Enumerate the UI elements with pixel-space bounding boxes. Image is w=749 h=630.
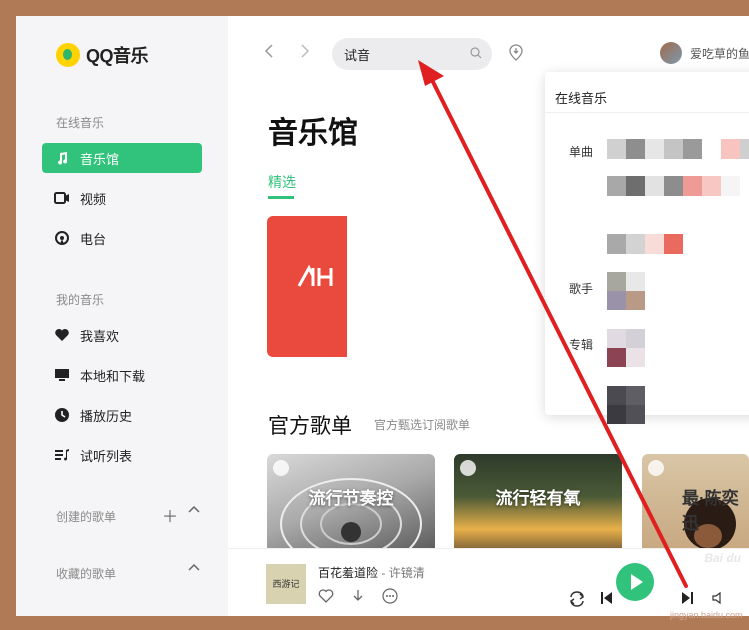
back-icon[interactable] (264, 44, 274, 63)
playlist-card[interactable]: 流行节奏控 (267, 454, 435, 548)
divider (545, 112, 749, 113)
album-suggestion[interactable] (607, 329, 645, 367)
chevron-up-icon[interactable] (188, 561, 200, 579)
play-button[interactable] (616, 563, 654, 601)
add-playlist-icon[interactable]: ＋ (162, 503, 178, 527)
next-icon[interactable] (680, 591, 694, 605)
sidebar-item-label: 播放历史 (80, 408, 133, 424)
tab-featured[interactable]: 精选 (268, 172, 296, 192)
singer-suggestion[interactable] (607, 272, 645, 310)
sidebar-item-music-hall[interactable]: 音乐馆 (42, 143, 202, 173)
app-name: QQ音乐 (86, 46, 149, 66)
sidebar-item-label: 音乐馆 (80, 151, 120, 167)
group-label-created-playlists: 创建的歌单 (56, 510, 117, 524)
sidebar-item-radio[interactable]: 电台 (42, 223, 202, 253)
like-icon[interactable] (318, 589, 334, 603)
avatar (660, 42, 682, 64)
main-content: 爱吃草的鱼 音乐馆 精选 官方歌单 官方甄选订阅歌单 流行节奏控 流行轻有氧 最… (228, 16, 749, 548)
video-icon (54, 190, 70, 206)
tab-active-indicator (268, 196, 294, 199)
chevron-up-icon[interactable] (188, 503, 200, 521)
sidebar-item-video[interactable]: 视频 (42, 183, 202, 213)
banner-logo-icon (297, 264, 337, 296)
song-separator: - (378, 566, 389, 580)
music-note-icon (54, 150, 70, 166)
radio-icon (54, 230, 70, 246)
song-suggestion[interactable] (607, 176, 740, 196)
playlist-card-title: 流行节奏控 (308, 489, 394, 508)
song-suggestion[interactable] (607, 139, 749, 159)
featured-banner[interactable] (267, 216, 347, 357)
username: 爱吃草的鱼 (690, 46, 749, 61)
forward-icon[interactable] (300, 44, 310, 63)
volume-icon[interactable] (712, 591, 726, 605)
app-window: QQ音乐 在线音乐 音乐馆 视频 电台 我的音乐 我喜欢 本地和下载 播放历史 … (16, 16, 749, 616)
playlist-card-title: 最·陈奕迅 (682, 489, 739, 533)
group-label-online: 在线音乐 (56, 116, 105, 130)
more-icon[interactable] (382, 588, 398, 604)
clock-icon (54, 407, 70, 423)
sidebar-item-local-downloads[interactable]: 本地和下载 (42, 360, 202, 390)
album-suggestion[interactable] (607, 386, 645, 424)
song-title[interactable]: 百花羞道险 (318, 566, 378, 580)
repeat-icon[interactable] (568, 591, 586, 607)
playlist-card-title: 流行轻有氧 (495, 489, 581, 508)
page-title: 音乐馆 (268, 117, 358, 150)
heart-icon (54, 327, 70, 343)
sidebar-item-label: 视频 (80, 191, 107, 207)
sidebar: QQ音乐 在线音乐 音乐馆 视频 电台 我的音乐 我喜欢 本地和下载 播放历史 … (16, 16, 228, 616)
suggestions-label-songs: 单曲 (569, 145, 594, 159)
search-icon[interactable] (470, 47, 482, 59)
sidebar-item-label: 试听列表 (80, 448, 133, 464)
cover-text: 西游记 (272, 578, 300, 589)
group-label-saved-playlists: 收藏的歌单 (56, 567, 117, 581)
previous-icon[interactable] (600, 591, 614, 605)
suggestions-label-albums: 专辑 (569, 338, 594, 352)
watermark-url: jingyan.baidu.com (670, 610, 743, 620)
playlist-card[interactable]: 最·陈奕迅 (642, 454, 749, 548)
suggestions-header: 在线音乐 (555, 91, 608, 106)
app-logo[interactable]: QQ音乐 (56, 42, 149, 68)
album-cover[interactable]: 西游记 (266, 564, 306, 604)
player-bar: 西游记 百花羞道险 - 许镜清 Bai du (228, 548, 749, 616)
song-artist[interactable]: 许镜清 (389, 566, 425, 580)
sidebar-item-label: 本地和下载 (80, 368, 146, 384)
sidebar-item-trial-list[interactable]: 试听列表 (42, 440, 202, 470)
sidebar-item-favorites[interactable]: 我喜欢 (42, 320, 202, 350)
suggestions-label-singers: 歌手 (569, 282, 594, 296)
song-suggestion[interactable] (607, 234, 683, 254)
search-input[interactable] (344, 46, 454, 62)
baidu-watermark: Bai du (704, 551, 741, 565)
user-profile[interactable]: 爱吃草的鱼 (660, 42, 749, 64)
section-title: 官方歌单 (268, 415, 352, 438)
monitor-icon (54, 367, 70, 383)
qq-music-logo-icon (56, 43, 80, 67)
sidebar-item-label: 电台 (80, 231, 107, 247)
playlist-icon (54, 447, 70, 463)
section-subtitle[interactable]: 官方甄选订阅歌单 (374, 416, 470, 433)
now-playing: 百花羞道险 - 许镜清 (318, 564, 425, 581)
voice-search-icon[interactable] (508, 44, 524, 62)
search-box[interactable] (332, 38, 492, 70)
playlist-badge-icon (460, 460, 476, 476)
playlist-card[interactable]: 流行轻有氧 (454, 454, 622, 548)
download-icon[interactable] (350, 588, 366, 604)
sidebar-item-history[interactable]: 播放历史 (42, 400, 202, 430)
group-label-my-music: 我的音乐 (56, 293, 105, 307)
sidebar-item-label: 我喜欢 (80, 328, 120, 344)
search-suggestions-dropdown: 在线音乐 单曲 歌手 专辑 (545, 72, 749, 424)
